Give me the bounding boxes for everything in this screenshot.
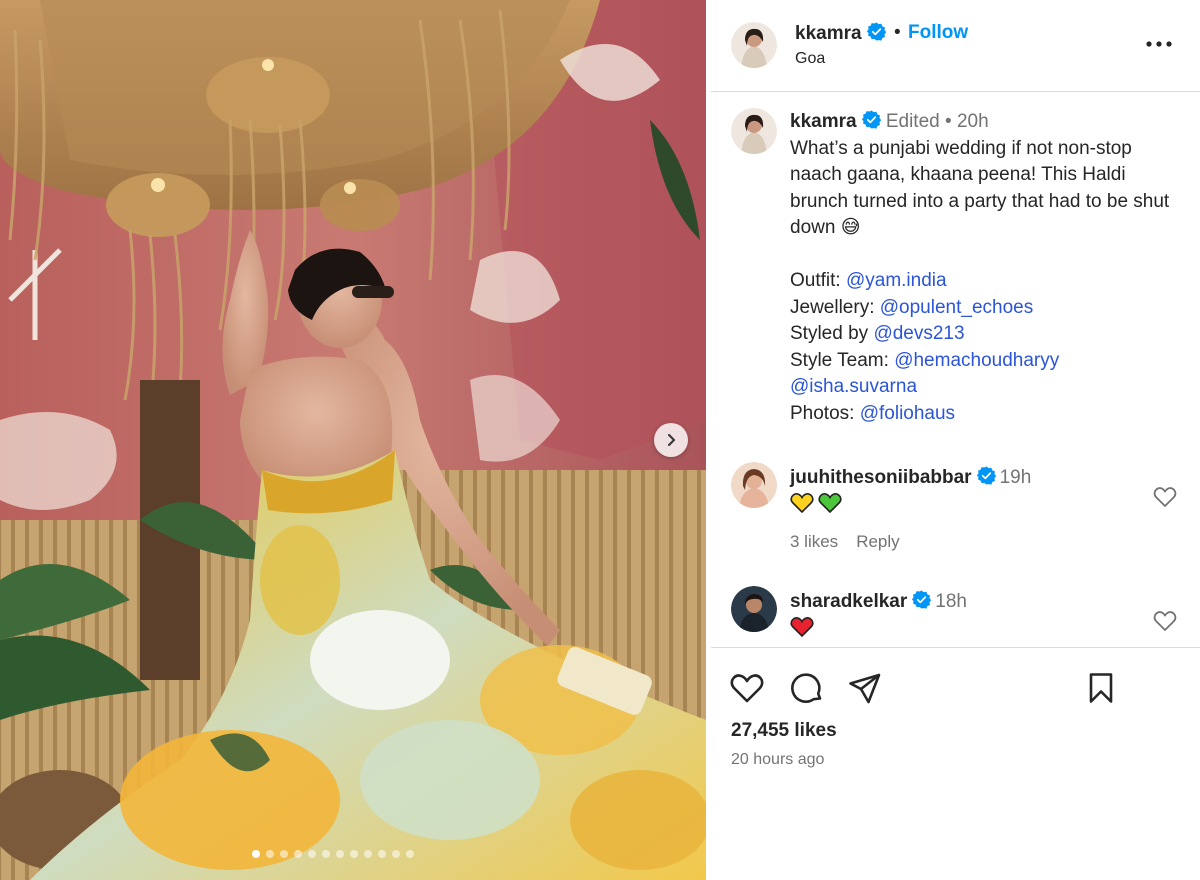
caption-separator: • (945, 111, 952, 132)
caption-time[interactable]: 20h (957, 111, 989, 132)
carousel-dot (322, 850, 330, 858)
comment-text (790, 492, 842, 514)
verified-badge-icon (861, 110, 881, 129)
carousel-dot (350, 850, 358, 858)
commenter-username[interactable]: sharadkelkar (790, 591, 907, 612)
reply-button[interactable]: Reply (856, 532, 899, 551)
caption-text: What’s a punjabi wedding if not non-stop… (790, 137, 1170, 239)
post-location[interactable]: Goa (795, 50, 825, 68)
credit-line: Style Team: @hemachoudharyy (790, 348, 1185, 375)
author-username[interactable]: kkamra (795, 22, 886, 45)
credit-line: @isha.suvarna (790, 374, 1185, 401)
mention-link[interactable]: @isha.suvarna (790, 376, 917, 397)
yellow-heart-icon (790, 493, 814, 514)
carousel-dot (364, 850, 372, 858)
credit-label: Styled by (790, 323, 874, 344)
likes-count[interactable]: 27,455 likes (731, 720, 837, 742)
red-heart-icon (790, 617, 814, 638)
commenter-avatar[interactable] (731, 462, 777, 508)
chevron-right-icon (667, 433, 676, 447)
credit-label: Outfit: (790, 270, 846, 291)
carousel-dot (336, 850, 344, 858)
mention-link[interactable]: @opulent_echoes (880, 297, 1033, 318)
carousel-dot (280, 850, 288, 858)
more-options-icon[interactable] (1145, 32, 1173, 56)
author-username-text[interactable]: kkamra (795, 23, 862, 44)
like-heart-icon[interactable] (729, 670, 765, 706)
like-comment-heart-icon[interactable] (1153, 610, 1177, 632)
carousel-dot (252, 850, 260, 858)
carousel-dot (308, 850, 316, 858)
comment-bubble-icon[interactable] (789, 670, 825, 706)
like-comment-heart-icon[interactable] (1153, 486, 1177, 508)
share-send-icon[interactable] (847, 670, 883, 706)
comment-actions: 3 likes Reply (790, 532, 918, 552)
next-slide-button[interactable] (654, 423, 688, 457)
verified-badge-icon (912, 590, 932, 609)
save-bookmark-icon[interactable] (1083, 670, 1119, 706)
verified-badge-icon (976, 466, 996, 485)
caption-edited-label: Edited (885, 111, 940, 132)
carousel-dot (266, 850, 274, 858)
comments-section[interactable]: kkamra Edited • 20h What’s a punjabi wed… (711, 92, 1200, 648)
caption-avatar[interactable] (731, 108, 777, 154)
carousel-dot (378, 850, 386, 858)
caption-username[interactable]: kkamra (790, 111, 857, 132)
carousel-dot (392, 850, 400, 858)
credit-line: Jewellery: @opulent_echoes (790, 295, 1185, 322)
comment-likes-count[interactable]: 3 likes (790, 532, 838, 551)
credit-line: Styled by @devs213 (790, 321, 1185, 348)
caption-credits: Outfit: @yam.india Jewellery: @opulent_ec… (790, 268, 1185, 427)
post-photo (0, 0, 706, 880)
author-avatar[interactable] (731, 22, 777, 68)
carousel-dot (294, 850, 302, 858)
credit-label: Photos: (790, 402, 860, 424)
commenter-avatar[interactable] (731, 586, 777, 632)
comment-time[interactable]: 19h (1000, 467, 1032, 488)
mention-link[interactable]: @yam.india (846, 270, 947, 291)
credit-label: Jewellery: (790, 296, 880, 318)
post-timestamp[interactable]: 20 hours ago (731, 751, 824, 769)
comment-time[interactable]: 18h (935, 591, 967, 612)
credit-label: Style Team: (790, 349, 895, 371)
mention-link[interactable]: @foliohaus (860, 403, 955, 424)
mention-link[interactable]: @hemachoudharyy (894, 350, 1059, 371)
post-details-panel: kkamra • Follow Goa kkamra Edited • 20h … (711, 0, 1200, 880)
carousel-dot (406, 850, 414, 858)
credit-line: Photos: @foliohaus (790, 401, 1185, 428)
comment-text (790, 616, 814, 638)
mention-link[interactable]: @devs213 (873, 323, 964, 344)
follow-button[interactable]: Follow (908, 22, 968, 44)
carousel-indicator (252, 850, 414, 858)
verified-badge-icon (866, 22, 886, 41)
post-media[interactable] (0, 0, 706, 880)
credit-line: Outfit: @yam.india (790, 268, 1185, 295)
post-header: kkamra • Follow Goa (711, 0, 1200, 92)
green-heart-icon (818, 493, 842, 514)
commenter-username[interactable]: juuhithesoniibabbar (790, 467, 972, 488)
header-separator: • (894, 22, 901, 43)
post-caption: kkamra Edited • 20h What’s a punjabi wed… (790, 109, 1185, 427)
